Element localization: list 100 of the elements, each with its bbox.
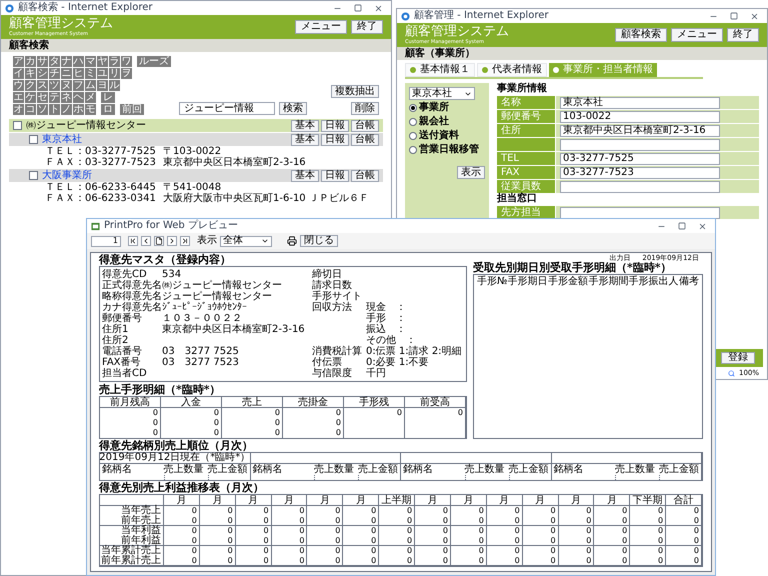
kana-key[interactable]: ヘ: [73, 92, 84, 103]
last-page-icon[interactable]: [180, 236, 190, 246]
submit-button[interactable]: 登録: [721, 352, 755, 364]
branch-row[interactable]: 大阪事業所 基本 日報 台帳: [9, 169, 383, 182]
tab[interactable]: 事業所・担当者情報: [549, 63, 657, 77]
kana-key[interactable]: ア: [13, 56, 24, 67]
close-button[interactable]: 閉じる: [300, 235, 338, 247]
header-button[interactable]: メニュー: [295, 20, 347, 34]
kana-key[interactable]: ツ: [49, 80, 60, 91]
kana-key[interactable]: カ: [25, 56, 36, 67]
checkbox[interactable]: [29, 135, 38, 144]
kana-key[interactable]: レ: [101, 92, 115, 103]
close-icon[interactable]: [698, 222, 707, 230]
print-icon[interactable]: [287, 236, 297, 246]
branch-link[interactable]: 東京本社: [42, 134, 82, 144]
input-field[interactable]: [560, 180, 720, 192]
company-row[interactable]: ㈱ジューピー情報センター 基本 日報 台帳: [9, 119, 383, 132]
header-button[interactable]: メニュー: [671, 28, 723, 42]
row-button[interactable]: 日報: [321, 120, 349, 132]
kana-key[interactable]: チ: [49, 68, 60, 79]
kana-key[interactable]: ヤ: [97, 56, 108, 67]
action-button[interactable]: 複数抽出: [331, 85, 379, 98]
input-field[interactable]: 東京都中央区日本橋室町2-3-16: [560, 124, 720, 136]
kana-key[interactable]: ハ: [73, 56, 84, 67]
kana-key[interactable]: タ: [49, 56, 60, 67]
kana-key[interactable]: ユ: [97, 68, 108, 79]
search-field[interactable]: ジューピー情報: [179, 102, 275, 115]
dropdown-icon[interactable]: [261, 237, 269, 245]
radio-option[interactable]: 事業所: [409, 102, 485, 114]
kana-key[interactable]: ワ: [121, 56, 132, 67]
row-button[interactable]: 台帳: [351, 120, 379, 132]
branch-row[interactable]: 東京本社 基本 日報 台帳: [9, 133, 383, 146]
kana-key[interactable]: ルーズ: [137, 56, 171, 67]
header-button[interactable]: 顧客検索: [615, 28, 667, 42]
kana-key[interactable]: ウ: [13, 80, 24, 91]
header-button[interactable]: 終了: [727, 28, 759, 42]
input-field[interactable]: 03-3277-7525: [560, 152, 720, 164]
search-button[interactable]: 検索: [279, 102, 307, 115]
kana-key[interactable]: ソ: [37, 104, 48, 115]
kana-key[interactable]: モ: [85, 104, 96, 115]
kana-key[interactable]: ネ: [61, 92, 72, 103]
kana-key[interactable]: セ: [37, 92, 48, 103]
kana-key[interactable]: ラ: [109, 56, 120, 67]
kana-key[interactable]: テ: [49, 92, 60, 103]
previous-page-icon[interactable]: [141, 236, 151, 246]
row-button[interactable]: 台帳: [351, 134, 379, 146]
input-field[interactable]: 東京本社: [560, 96, 720, 108]
radio-option[interactable]: 送付資料: [409, 130, 485, 142]
input-field[interactable]: 103-0022: [560, 110, 720, 122]
page-icon[interactable]: [154, 236, 164, 246]
kana-key[interactable]: ナ: [61, 56, 72, 67]
tab[interactable]: 代表者情報: [477, 63, 547, 77]
checkbox[interactable]: [13, 121, 22, 130]
kana-key[interactable]: リ: [109, 68, 120, 79]
kana-key[interactable]: コ: [25, 104, 36, 115]
input-field[interactable]: [560, 138, 720, 150]
maximize-icon[interactable]: [730, 12, 738, 20]
kana-key[interactable]: 前回: [120, 104, 144, 115]
kana-key[interactable]: フ: [73, 80, 84, 91]
kana-key[interactable]: ヌ: [61, 80, 72, 91]
row-button[interactable]: 日報: [321, 170, 349, 182]
kana-key[interactable]: マ: [85, 56, 96, 67]
kana-key[interactable]: シ: [37, 68, 48, 79]
next-page-icon[interactable]: [167, 236, 177, 246]
row-button[interactable]: 基本: [291, 170, 319, 182]
input-field[interactable]: [560, 206, 720, 218]
row-button[interactable]: 台帳: [351, 170, 379, 182]
office-select[interactable]: 東京本社: [409, 87, 475, 100]
tab[interactable]: 基本情報１: [405, 63, 475, 77]
kana-key[interactable]: ト: [49, 104, 60, 115]
kana-key[interactable]: オ: [13, 104, 24, 115]
kana-key[interactable]: ク: [25, 80, 36, 91]
radio-option[interactable]: 営業日報移管: [409, 144, 485, 156]
radio-option[interactable]: 親会社: [409, 116, 485, 128]
action-button[interactable]: 削除: [351, 102, 379, 115]
kana-key[interactable]: ム: [85, 80, 96, 91]
row-button[interactable]: 基本: [291, 134, 319, 146]
checkbox[interactable]: [29, 171, 38, 180]
kana-key[interactable]: ミ: [85, 68, 96, 79]
kana-key[interactable]: ヒ: [73, 68, 84, 79]
kana-key[interactable]: ホ: [73, 104, 84, 115]
row-button[interactable]: 日報: [321, 134, 349, 146]
kana-key[interactable]: ケ: [25, 92, 36, 103]
kana-key[interactable]: イ: [13, 68, 24, 79]
maximize-icon[interactable]: [678, 222, 686, 230]
close-icon[interactable]: [750, 12, 759, 20]
page-field[interactable]: 1: [91, 236, 121, 246]
radio-button[interactable]: [409, 146, 417, 154]
kana-key[interactable]: ノ: [61, 104, 72, 115]
radio-button[interactable]: [409, 132, 417, 140]
branch-link[interactable]: 大阪事業所: [42, 170, 92, 180]
radio-button[interactable]: [409, 104, 417, 112]
kana-key[interactable]: ス: [37, 80, 48, 91]
row-button[interactable]: 基本: [291, 120, 319, 132]
kana-key[interactable]: キ: [25, 68, 36, 79]
input-field[interactable]: 03-3277-7523: [560, 166, 720, 178]
kana-key[interactable]: ル: [109, 80, 120, 91]
kana-key[interactable]: ヲ: [121, 68, 132, 79]
kana-key[interactable]: サ: [37, 56, 48, 67]
kana-key[interactable]: ニ: [61, 68, 72, 79]
